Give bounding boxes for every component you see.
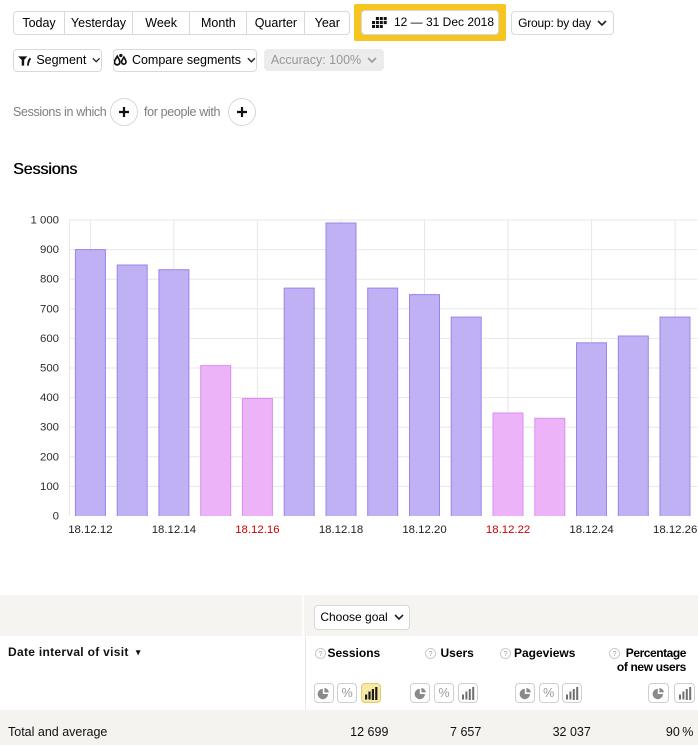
svg-text:18.12.16: 18.12.16 [235,524,279,536]
svg-text:300: 300 [40,422,59,434]
svg-text:700: 700 [40,303,59,315]
svg-text:400: 400 [40,392,59,404]
svg-text:18.12.20: 18.12.20 [402,524,446,536]
svg-text:200: 200 [40,451,59,463]
svg-text:?: ? [428,649,432,658]
svg-text:?: ? [318,649,322,658]
svg-text:0: 0 [53,511,59,523]
svg-text:18.12.24: 18.12.24 [569,524,613,536]
svg-text:100: 100 [40,481,59,493]
svg-text:18.12.14: 18.12.14 [152,524,196,536]
svg-text:?: ? [612,649,616,658]
svg-text:18.12.12: 18.12.12 [68,524,112,536]
svg-text:600: 600 [40,333,59,345]
svg-text:?: ? [503,649,507,658]
svg-text:1 000: 1 000 [30,215,59,227]
svg-text:500: 500 [40,363,59,375]
svg-text:18.12.26: 18.12.26 [653,524,697,536]
svg-text:18.12.22: 18.12.22 [486,524,530,536]
svg-text:900: 900 [40,244,59,256]
svg-text:18.12.18: 18.12.18 [319,524,363,536]
svg-text:800: 800 [40,274,59,286]
